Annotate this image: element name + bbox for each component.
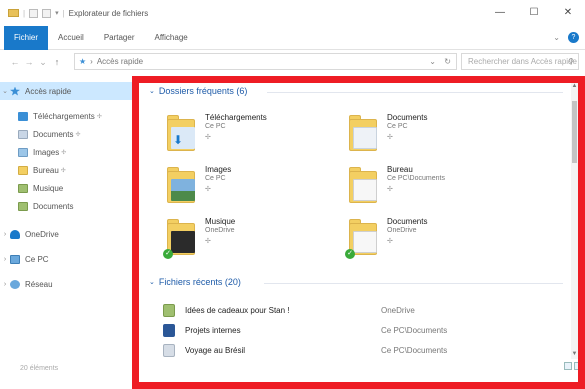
chevron-right-icon[interactable]: › [0, 256, 10, 263]
pin-icon: ✢ [96, 113, 102, 120]
pin-icon: ✢ [61, 149, 67, 156]
sidebar-item-label: Documents [33, 129, 74, 139]
desktop-icon [18, 165, 28, 175]
help-icon[interactable]: ? [568, 32, 579, 43]
sidebar-item-bureau[interactable]: Bureau ✢ [18, 161, 66, 179]
music-icon [18, 183, 28, 193]
ribbon-tabs: Fichier Accueil Partager Affichage ⌄ ? [0, 25, 585, 50]
sidebar-item-label: Images [33, 147, 60, 157]
star-icon [10, 86, 20, 96]
navigation-pane: ⌄ Accès rapide Téléchargements ✢ Documen… [0, 74, 135, 389]
quick-access-toolbar: | ▾ | [8, 8, 65, 18]
onedrive-icon [10, 229, 20, 239]
close-button[interactable]: ✕ [551, 0, 585, 26]
expand-ribbon-icon[interactable]: ⌄ [553, 33, 560, 42]
status-item-count: 20 éléments [20, 365, 59, 372]
sidebar-item-label: Accès rapide [25, 86, 72, 96]
pin-icon: ✢ [75, 131, 81, 138]
refresh-icon[interactable]: ↻ [444, 57, 451, 66]
sidebar-item-label: Téléchargements [33, 111, 95, 121]
sidebar-item-label: Bureau [33, 165, 59, 175]
search-icon: ⚲ [568, 57, 574, 66]
tab-accueil[interactable]: Accueil [48, 26, 94, 50]
window-controls: — ☐ ✕ [483, 0, 585, 26]
pc-icon [10, 254, 20, 264]
chevron-down-icon[interactable]: ⌄ [0, 87, 10, 95]
sidebar-item-label: Musique [33, 183, 64, 193]
downloads-icon [18, 111, 28, 121]
sidebar-item-ce-pc[interactable]: › Ce PC [0, 250, 49, 268]
documents-icon [18, 201, 28, 211]
sidebar-item-documents[interactable]: Documents ✢ [18, 125, 81, 143]
properties-icon[interactable] [29, 8, 39, 18]
maximize-button[interactable]: ☐ [517, 0, 551, 26]
address-dropdown-icon[interactable]: ⌄ [429, 57, 436, 66]
sidebar-item-label: Documents [33, 201, 74, 211]
sidebar-item-label: Réseau [25, 279, 53, 289]
sidebar-item-onedrive[interactable]: › OneDrive [0, 225, 59, 243]
address-bar[interactable]: ★ › Accès rapide ⌄ ↻ [74, 53, 457, 70]
up-button[interactable]: ↑ [50, 57, 64, 67]
search-input[interactable]: Rechercher dans Accès rapide ⚲ [461, 53, 579, 70]
new-folder-icon[interactable] [42, 8, 52, 18]
address-separator: › [90, 57, 93, 66]
sidebar-item-reseau[interactable]: › Réseau [0, 275, 53, 293]
star-icon: ★ [79, 57, 87, 66]
tab-affichage[interactable]: Affichage [145, 26, 198, 50]
tab-partager[interactable]: Partager [94, 26, 145, 50]
address-path[interactable]: Accès rapide [97, 57, 143, 66]
ribbon-right-controls: ⌄ ? [553, 32, 579, 43]
navigation-bar: ← → ⌄ ↑ ★ › Accès rapide ⌄ ↻ Rechercher … [0, 50, 585, 74]
customize-toolbar-icon[interactable]: ▾ [55, 9, 59, 17]
sidebar-item-acces-rapide[interactable]: ⌄ Accès rapide [0, 82, 135, 100]
toolbar-separator: | [62, 8, 65, 18]
tab-fichier[interactable]: Fichier [4, 25, 49, 50]
sidebar-item-documents-onedrive[interactable]: Documents [18, 197, 73, 215]
highlight-frame [132, 76, 585, 389]
chevron-right-icon[interactable]: › [0, 231, 10, 238]
recent-locations-button[interactable]: ⌄ [36, 57, 50, 68]
sidebar-item-images[interactable]: Images ✢ [18, 143, 66, 161]
pin-icon: ✢ [60, 167, 66, 174]
sidebar-item-label: Ce PC [25, 254, 49, 264]
sidebar-item-telechargements[interactable]: Téléchargements ✢ [18, 107, 102, 125]
minimize-button[interactable]: — [483, 0, 517, 26]
documents-icon [18, 129, 28, 139]
network-icon [10, 279, 20, 289]
search-placeholder: Rechercher dans Accès rapide [468, 57, 577, 66]
chevron-right-icon[interactable]: › [0, 281, 10, 288]
sidebar-item-musique[interactable]: Musique [18, 179, 63, 197]
toolbar-separator: | [23, 8, 26, 18]
title-bar: | ▾ | Explorateur de fichiers — ☐ ✕ [0, 0, 585, 26]
back-button[interactable]: ← [8, 57, 22, 67]
images-icon [18, 147, 28, 157]
forward-button[interactable]: → [22, 57, 36, 67]
folder-icon [8, 9, 19, 17]
sidebar-item-label: OneDrive [25, 229, 59, 239]
window-title: Explorateur de fichiers [68, 8, 149, 18]
